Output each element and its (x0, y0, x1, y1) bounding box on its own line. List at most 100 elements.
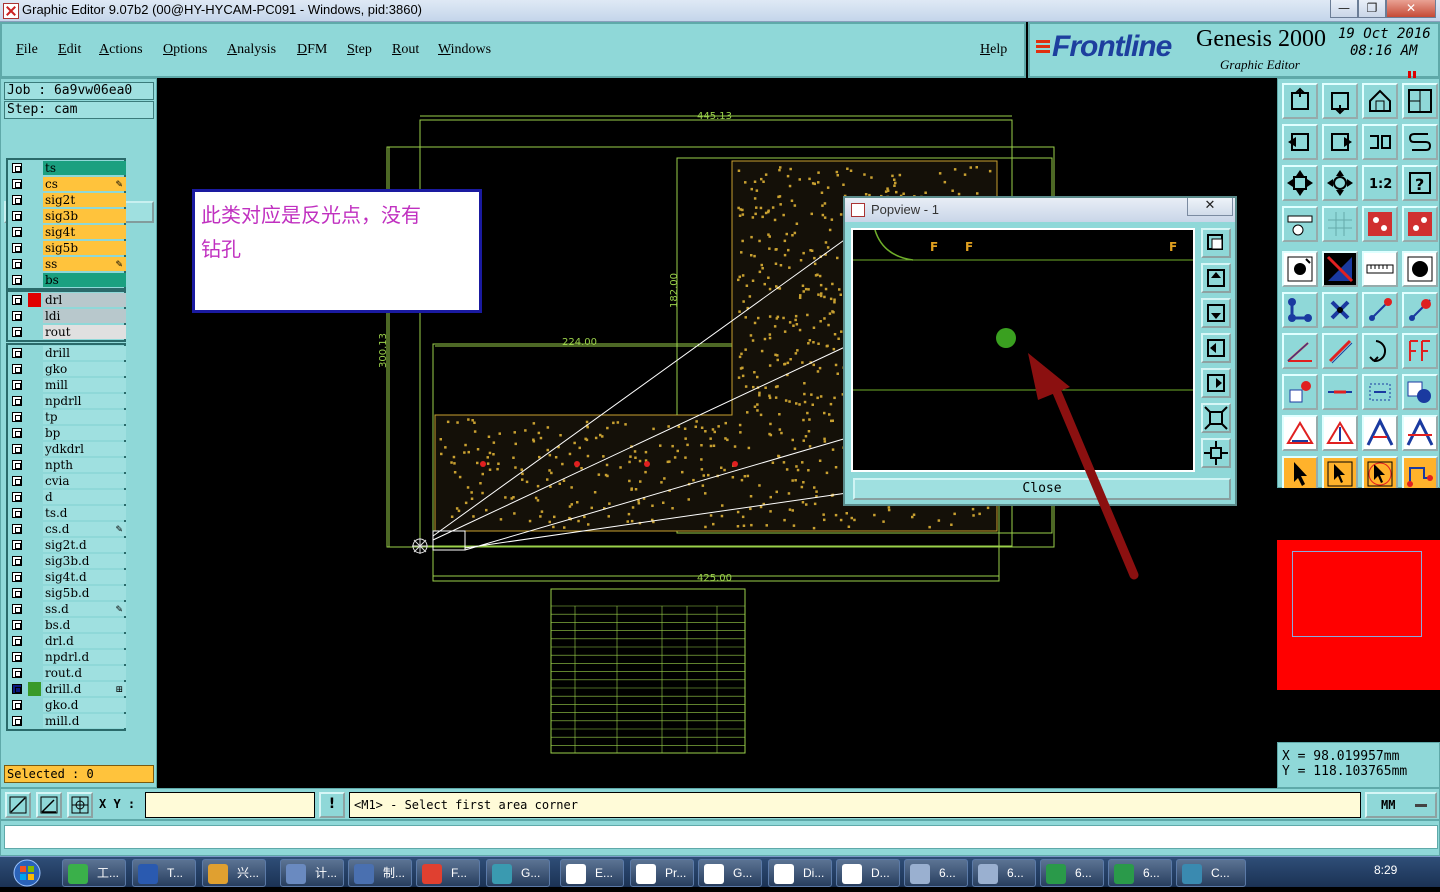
layer-checkbox[interactable] (12, 684, 22, 694)
menu-analysis[interactable]: Analysis (227, 42, 276, 58)
menu-step[interactable]: Step (347, 42, 372, 58)
layer-row-ts-d[interactable]: ts.d (8, 505, 126, 521)
popview-pan-up-icon[interactable] (1201, 263, 1231, 293)
layer-name[interactable]: npth (43, 458, 126, 472)
popview-zoom-icon[interactable] (1201, 228, 1231, 258)
fit-screen-icon[interactable] (1282, 165, 1318, 201)
layer-name[interactable]: sig4t (43, 225, 126, 239)
slope-line-icon[interactable] (1322, 333, 1358, 369)
layer-name[interactable]: bs (43, 273, 126, 287)
layer-checkbox[interactable] (12, 540, 22, 550)
dimension-icon[interactable] (1362, 374, 1398, 410)
overview-map[interactable] (1277, 540, 1440, 690)
layer-checkbox[interactable] (12, 295, 22, 305)
pan-left-icon[interactable] (1282, 124, 1318, 160)
taskbar-button[interactable]: 6... (1108, 859, 1172, 887)
pan-right-icon[interactable] (1322, 124, 1358, 160)
layer-name[interactable]: d (43, 490, 126, 504)
delete-cross-icon[interactable] (1322, 292, 1358, 328)
start-button[interactable] (2, 858, 52, 888)
window-icon[interactable] (1402, 83, 1438, 119)
taskbar-button[interactable]: 工... (62, 859, 126, 887)
layer-name[interactable]: rout.d (43, 666, 126, 680)
taskbar-button[interactable]: 兴... (202, 859, 266, 887)
menu-help[interactable]: Help (980, 42, 1007, 58)
angle-icon[interactable] (1282, 333, 1318, 369)
layer-checkbox[interactable] (12, 259, 22, 269)
layer-colors-icon[interactable] (1362, 206, 1398, 242)
layer-checkbox[interactable] (12, 327, 22, 337)
layer-name[interactable]: sig5b (43, 241, 126, 255)
layer-name[interactable]: ts.d (43, 506, 126, 520)
taskbar-button[interactable]: 计... (280, 859, 344, 887)
popview-fit-icon[interactable] (1201, 403, 1231, 433)
layer-row-bs-d[interactable]: bs.d (8, 617, 126, 633)
layer-name[interactable]: sig5b.d (43, 586, 126, 600)
layer-checkbox[interactable] (12, 275, 22, 285)
layer-row-cs[interactable]: cs ✎ (8, 176, 126, 192)
taskbar-button[interactable]: G... (486, 859, 550, 887)
taskbar-button[interactable]: Di... (768, 859, 832, 887)
menu-windows[interactable]: Windows (438, 42, 491, 58)
circle-pad-icon[interactable] (1402, 251, 1438, 287)
layer-checkbox[interactable] (12, 620, 22, 630)
layer-name[interactable]: sig2t (43, 193, 126, 207)
menu-options[interactable]: Options (163, 42, 207, 58)
layer-name[interactable]: ydkdrl (43, 442, 126, 456)
layer-name[interactable]: sig4t.d (43, 570, 126, 584)
close-button[interactable]: ✕ (1386, 0, 1436, 18)
layer-row-npdrl-d[interactable]: npdrl.d (8, 649, 126, 665)
layer-row-gko[interactable]: gko (8, 361, 126, 377)
layer-row-drl-d[interactable]: drl.d (8, 633, 126, 649)
color-fill-icon[interactable] (1322, 251, 1358, 287)
zoom-out-icon[interactable] (1322, 83, 1358, 119)
layer-row-bp[interactable]: bp (8, 425, 126, 441)
layer-name[interactable]: gko (43, 362, 126, 376)
add-pad-icon[interactable] (1282, 251, 1318, 287)
popview-center-icon[interactable] (1201, 438, 1231, 468)
layer-checkbox[interactable] (12, 227, 22, 237)
layer-checkbox[interactable] (12, 179, 22, 189)
layer-name[interactable]: npdrll (43, 394, 126, 408)
ruler-icon[interactable] (1362, 251, 1398, 287)
zoom-in-icon[interactable] (1282, 83, 1318, 119)
layer-row-rout-d[interactable]: rout.d (8, 665, 126, 681)
layer-name[interactable]: sig3b (43, 209, 126, 223)
layer-row-cvia[interactable]: cvia (8, 473, 126, 489)
layer-name[interactable]: cvia (43, 474, 126, 488)
select-box-icon[interactable] (1322, 456, 1358, 492)
menu-actions[interactable]: Actions (99, 42, 143, 58)
layer-name[interactable]: sig3b.d (43, 554, 126, 568)
scale-1to2-icon[interactable]: 1:2 (1362, 165, 1398, 201)
app-icon[interactable] (3, 3, 19, 19)
layer-name[interactable]: gko.d (43, 698, 126, 712)
layer-row-sig5b-d[interactable]: sig5b.d (8, 585, 126, 601)
text-f-icon[interactable] (1402, 333, 1438, 369)
layer-row-sig4t-d[interactable]: sig4t.d (8, 569, 126, 585)
layer-checkbox[interactable] (12, 524, 22, 534)
layer-checkbox[interactable] (12, 444, 22, 454)
units-selector[interactable]: MM (1365, 792, 1437, 818)
layer-row-sig4t[interactable]: sig4t (8, 224, 126, 240)
layer-checkbox[interactable] (12, 396, 22, 406)
select-circle-icon[interactable] (1362, 456, 1398, 492)
connect-icon[interactable] (1282, 292, 1318, 328)
layer-name[interactable]: drill (43, 346, 126, 360)
layer-row-d[interactable]: d (8, 489, 126, 505)
layer-name[interactable]: mill (43, 378, 126, 392)
layer-checkbox[interactable] (12, 163, 22, 173)
layer-checkbox[interactable] (12, 492, 22, 502)
menu-file[interactable]: File (16, 42, 38, 58)
taskbar-button[interactable]: E... (560, 859, 624, 887)
triangle-up-icon[interactable] (1322, 415, 1358, 451)
layer-row-mill-d[interactable]: mill.d (8, 713, 126, 729)
snap-icon[interactable] (5, 792, 31, 818)
layer-checkbox[interactable] (12, 556, 22, 566)
redraw-icon[interactable] (1402, 124, 1438, 160)
taskbar-button[interactable]: D... (836, 859, 900, 887)
layer-checkbox[interactable] (12, 508, 22, 518)
popview-close-x-button[interactable]: ✕ (1187, 198, 1233, 216)
layer-row-gko-d[interactable]: gko.d (8, 697, 126, 713)
layer-row-mill[interactable]: mill (8, 377, 126, 393)
menu-edit[interactable]: Edit (58, 42, 81, 58)
